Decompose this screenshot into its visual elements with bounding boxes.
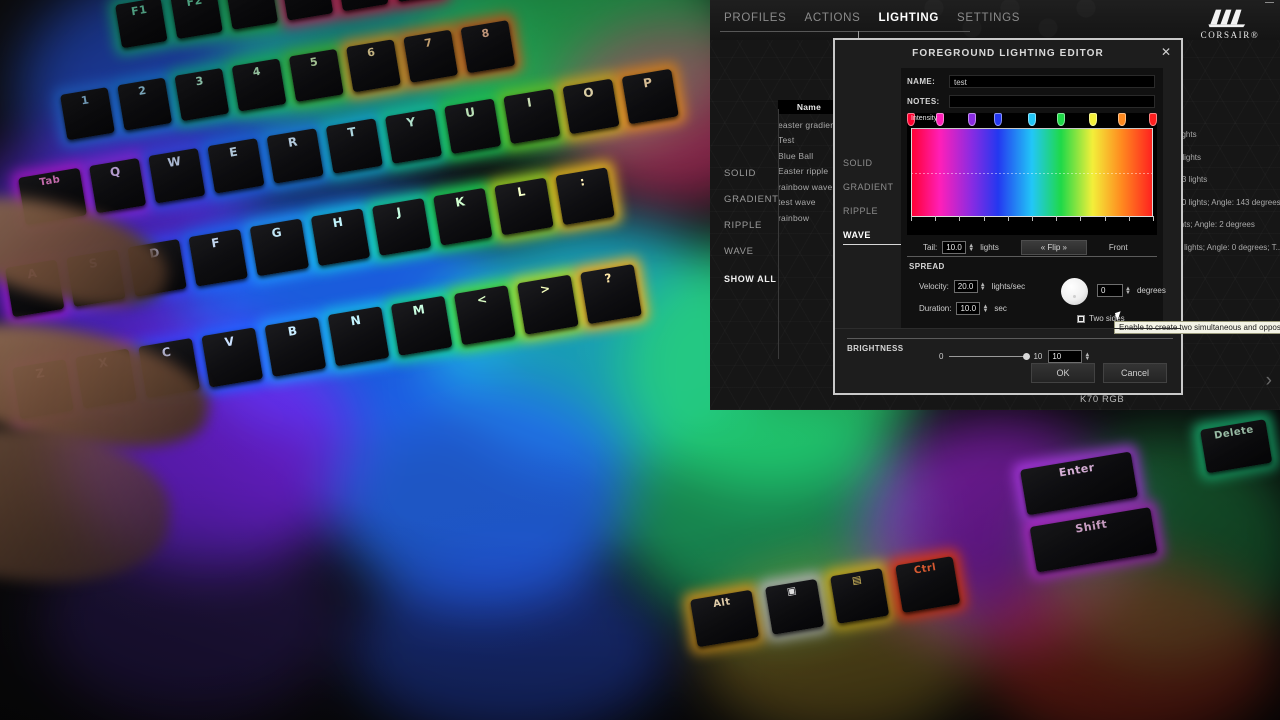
dialog-effect-mode-list: SOLID GRADIENT RIPPLE WAVE xyxy=(843,158,901,245)
duration-stepper[interactable]: ▲ ▼ xyxy=(982,304,988,314)
show-all-button[interactable]: SHOW ALL xyxy=(724,274,776,284)
screenshot-root: F1 F2 F3 F4 F5 F6 1 2 3 4 5 6 7 8 Tab Q … xyxy=(0,0,1280,720)
axis-tick xyxy=(935,216,937,221)
brightness-slider-track[interactable] xyxy=(949,353,1031,360)
gradient-left-edge xyxy=(911,128,912,216)
mode-gradient[interactable]: GRADIENT xyxy=(843,182,901,192)
velocity-input[interactable]: 20.0 xyxy=(953,280,978,293)
dialog-title: FOREGROUND LIGHTING EDITOR xyxy=(912,48,1104,59)
axis-tick xyxy=(1153,216,1154,221)
intensity-label: Intensity xyxy=(911,115,938,122)
list-divider xyxy=(778,109,779,359)
axis-tick xyxy=(1104,216,1106,221)
gradient-midline xyxy=(911,173,1153,174)
corsair-wordmark: CORSAIR® xyxy=(1200,30,1260,40)
dialog-section-divider xyxy=(835,328,1181,329)
dialog-content-panel: NAME: test NOTES: Intensity Tail: 10.0 ▲… xyxy=(901,68,1280,334)
brightness-slider-knob[interactable] xyxy=(1023,353,1031,360)
spread-section-label: SPREAD xyxy=(909,262,945,271)
two-sides-checkbox[interactable] xyxy=(1077,314,1085,323)
corsair-logo: CORSAIR® xyxy=(1194,6,1266,40)
axis-tick xyxy=(983,216,985,221)
main-navigation-tabs: PROFILES ACTIONS LIGHTING SETTINGS xyxy=(724,12,1020,28)
foreground-lighting-editor-dialog: FOREGROUND LIGHTING EDITOR ✕ SOLID GRADI… xyxy=(833,38,1280,395)
duration-input[interactable]: 10.0 xyxy=(956,302,981,315)
mode-solid[interactable]: SOLID xyxy=(843,158,901,168)
notes-field-row: NOTES: xyxy=(901,95,1163,108)
gradient-stop-8[interactable] xyxy=(1149,113,1157,126)
mode-active-underline xyxy=(843,244,901,245)
tab-settings[interactable]: SETTINGS xyxy=(957,12,1020,28)
notes-label: NOTES: xyxy=(907,97,940,106)
gradient-stop-7[interactable] xyxy=(1117,113,1126,126)
tail-unit: lights xyxy=(980,243,999,252)
gradient-stop-6[interactable] xyxy=(1088,113,1097,126)
tab-lighting[interactable]: LIGHTING xyxy=(879,12,940,28)
gradient-stop-1[interactable] xyxy=(936,113,945,126)
velocity-label: Velocity: xyxy=(919,282,949,291)
brightness-slider-row: 0 10 10 ▲ ▼ xyxy=(939,350,1090,363)
gradient-stop-5[interactable] xyxy=(1057,113,1066,126)
brightness-stepper[interactable]: ▲ ▼ xyxy=(1084,352,1090,362)
ok-button[interactable]: OK xyxy=(1031,363,1095,383)
nav-underline xyxy=(720,31,970,32)
mode-ripple[interactable]: RIPPLE xyxy=(843,206,901,216)
gradient-stop-bar[interactable] xyxy=(907,113,1157,127)
duration-label: Duration: xyxy=(919,304,952,313)
spread-divider xyxy=(907,256,1157,257)
cancel-button[interactable]: Cancel xyxy=(1103,363,1167,383)
degrees-stepper[interactable]: ▲ ▼ xyxy=(1125,286,1131,296)
angle-dial[interactable] xyxy=(1061,278,1088,305)
corsair-cue-window: PROFILES ACTIONS LIGHTING SETTINGS CORSA… xyxy=(710,0,1280,410)
gradient-stop-4[interactable] xyxy=(1028,113,1036,126)
name-input[interactable]: test xyxy=(949,75,1155,88)
device-label: K70 RGB xyxy=(1080,394,1125,405)
next-device-chevron-icon[interactable]: › xyxy=(1266,370,1272,392)
axis-tick xyxy=(1007,216,1009,221)
axis-tick xyxy=(1056,216,1058,221)
velocity-stepper[interactable]: ▲ ▼ xyxy=(980,282,986,292)
flip-button[interactable]: « Flip » xyxy=(1020,240,1087,255)
mode-wave[interactable]: WAVE xyxy=(843,230,901,240)
axis-tick xyxy=(1080,216,1082,221)
gradient-stop-3[interactable] xyxy=(994,113,1003,126)
front-label: Front xyxy=(1108,243,1128,252)
axis-tick xyxy=(1032,216,1033,221)
tab-actions[interactable]: ACTIONS xyxy=(804,12,860,28)
brightness-divider xyxy=(847,338,1173,339)
dialog-button-bar: OK Cancel xyxy=(1031,363,1167,383)
tail-row: Tail: 10.0 ▲ ▼ lights « Flip » Front xyxy=(907,240,1157,255)
velocity-row: Velocity: 20.0 ▲ ▼ lights/sec xyxy=(919,280,1025,293)
close-icon[interactable]: ✕ xyxy=(1161,46,1171,58)
gradient-preview[interactable] xyxy=(911,128,1153,216)
velocity-unit: lights/sec xyxy=(991,282,1026,291)
gradient-editor: Intensity xyxy=(907,113,1157,235)
gradient-stop-2[interactable] xyxy=(967,113,976,126)
gradient-right-edge xyxy=(1152,128,1153,216)
list-column-header-name[interactable]: Name xyxy=(778,100,840,114)
axis-tick xyxy=(959,216,961,221)
name-field-row: NAME: test xyxy=(901,75,1163,88)
tail-input[interactable]: 10.0 xyxy=(942,241,967,254)
brightness-max-label: 10 xyxy=(1033,352,1043,361)
brightness-section: BRIGHTNESS 0 10 10 ▲ ▼ xyxy=(847,338,1173,363)
tab-profiles[interactable]: PROFILES xyxy=(724,12,786,28)
duration-row: Duration: 10.0 ▲ ▼ sec xyxy=(919,302,1007,315)
dial-notch-icon xyxy=(1073,295,1076,298)
brightness-input[interactable]: 10 xyxy=(1048,350,1083,363)
corsair-sails-icon xyxy=(1208,9,1245,28)
degrees-input[interactable]: 0 xyxy=(1097,284,1123,297)
duration-unit: sec xyxy=(994,304,1007,313)
degrees-row: 0 ▲ ▼ degrees xyxy=(1097,284,1166,297)
brightness-min-label: 0 xyxy=(939,352,944,361)
degrees-unit: degrees xyxy=(1136,286,1166,295)
axis-tick xyxy=(1128,216,1130,221)
notes-input[interactable] xyxy=(949,95,1155,108)
axis-tick xyxy=(911,216,912,221)
tail-label: Tail: xyxy=(923,243,938,252)
minimize-icon[interactable] xyxy=(1265,2,1274,3)
tail-stepper[interactable]: ▲ ▼ xyxy=(968,243,974,253)
name-label: NAME: xyxy=(907,77,936,86)
